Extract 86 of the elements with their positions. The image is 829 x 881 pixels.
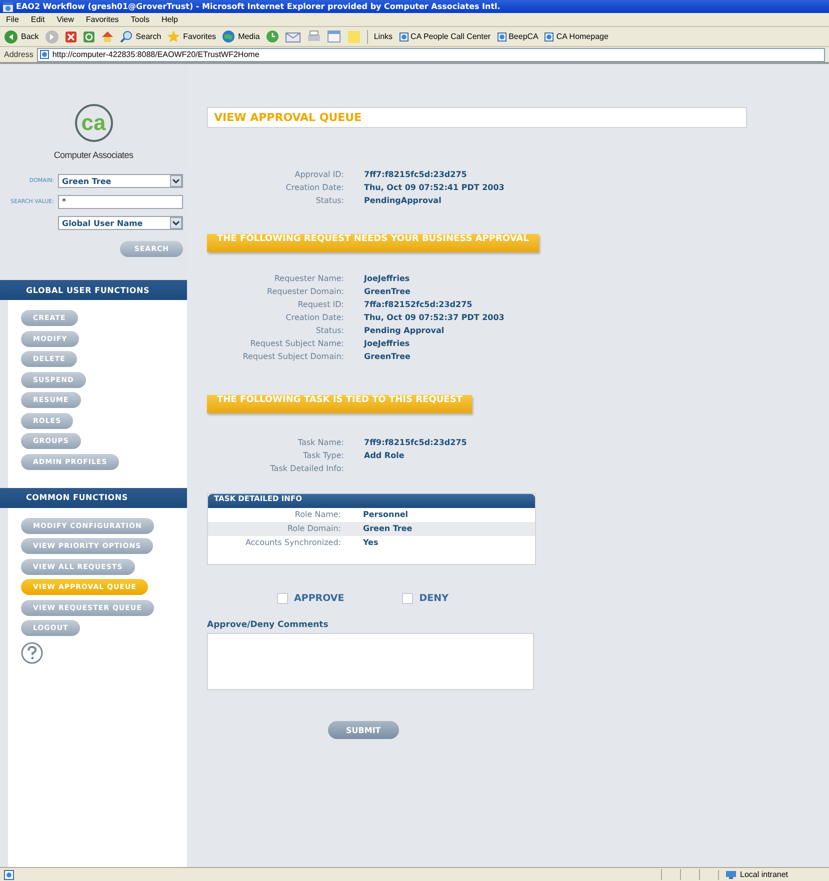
field-value: 7ffa:f82152fc5d:23d275 [364,299,474,311]
field-label: Creation Date: [284,182,344,194]
page-icon [496,32,507,42]
field-label: Requester Domain: [266,286,344,298]
help-icon[interactable] [21,642,43,664]
home-icon[interactable] [100,30,114,43]
menu-item[interactable]: View [56,15,74,24]
browser-icon [3,2,13,12]
stop-icon[interactable] [64,30,77,42]
address-label: Address [4,50,34,59]
printer-icon[interactable] [306,30,321,43]
link[interactable]: BeepCA [496,32,538,42]
page-icon [398,32,409,42]
field-label: Task Detailed Info: [269,463,344,475]
search-button[interactable]: Search [120,30,162,43]
section-banner: THE FOLLOWING REQUEST NEEDS YOUR BUSINESS APPROVAL [207,234,539,252]
field-value: JoeJeffries [364,273,411,285]
dropdown-caret-icon [170,175,182,187]
field-label: Approval ID: [294,169,344,181]
logo: ca [74,104,112,142]
table-label: Role Domain: [286,523,341,535]
menu-item[interactable]: Help [161,15,178,24]
page-title: VIEW APPROVAL QUEUE [207,107,747,128]
domain-dropdown[interactable]: Green Tree [58,174,183,188]
table-label: Role Name: [294,509,341,521]
field-value: 7ff7:f8215fc5d:23d275 [364,169,468,181]
favorites-button[interactable]: Favorites [167,30,216,43]
field-value: Thu, Oct 09 07:52:37 PDT 2003 [364,312,504,324]
field-value: PendingApproval [364,195,442,207]
field-value: Add Role [364,450,406,462]
field-label: Status: [314,325,344,337]
section-header: COMMON FUNCTIONS [0,488,187,508]
page-icon [544,32,554,42]
media-button[interactable]: Media [222,30,260,43]
menu-item[interactable]: Tools [130,15,150,24]
zone-label: Local intranet [740,870,788,879]
globe-icon [222,30,236,43]
document-icon[interactable] [326,30,341,43]
checkbox[interactable] [402,593,414,604]
field-label: Requester Name: [273,273,344,285]
field-label: Request Subject Name: [249,338,344,350]
checkbox-label[interactable]: DENY [419,593,448,604]
link[interactable]: CA Homepage [544,32,608,42]
menu-item[interactable]: Favorites [86,15,119,24]
field-value: JoeJeffries [364,338,411,350]
field-label: Task Type: [302,450,344,462]
checkbox-label[interactable]: APPROVE [294,593,344,604]
table-label: Accounts Synchronized: [244,537,341,549]
comments-field[interactable] [207,633,534,690]
link[interactable]: CA People Call Center [398,32,491,42]
menu-item[interactable]: Edit [30,15,45,24]
field-label: Creation Date: [284,312,344,324]
dropdown-caret-icon [170,217,182,229]
back-button[interactable]: Back [4,30,39,44]
page-icon [40,50,50,59]
checkbox[interactable] [277,593,288,604]
field-value: 7ff9:f8215fc5d:23d275 [364,437,467,449]
field-label: Status: [314,195,344,207]
table-value: Personnel [363,509,410,521]
search-icon [120,30,133,43]
mail-icon[interactable] [284,30,301,43]
field-value: Thu, Oct 09 07:52:41 PDT 2003 [364,182,504,194]
attribute-dropdown[interactable]: Global User Name [58,216,183,230]
field-label: Request Subject Domain: [242,351,344,363]
address-field[interactable]: http://computer-422835:8088/EAOWF20/ETrustWF2Home [37,48,825,62]
history-icon[interactable] [266,30,279,43]
network-icon [725,870,737,880]
field-value: Pending Approval [364,325,446,337]
comments-label: Approve/Deny Comments [207,620,330,630]
field-label: Request ID: [296,299,344,311]
menu-item[interactable]: File [6,15,19,24]
field-value: GreenTree [364,351,412,363]
company-name: Computer Associates [54,150,134,160]
window-title: EAO2 Workflow (gresh01@GroverTrust) - Microsoft Internet Explorer provided by Computer Associates Intl. [16,2,500,11]
refresh-icon[interactable] [82,30,95,42]
field-label: Task Name: [296,437,344,449]
submit-button[interactable]: SUBMIT [328,721,399,739]
table-value: Green Tree [363,523,414,535]
section-header: GLOBAL USER FUNCTIONS [0,280,187,300]
links-label: Links [374,32,393,41]
table-value: Yes [363,537,380,549]
star-icon [167,30,180,43]
page-icon [4,870,14,880]
field-value: GreenTree [364,286,412,298]
search-value-field[interactable]: * [58,195,183,209]
section-banner: THE FOLLOWING TASK IS TIED TO THIS REQUEST [207,395,472,413]
